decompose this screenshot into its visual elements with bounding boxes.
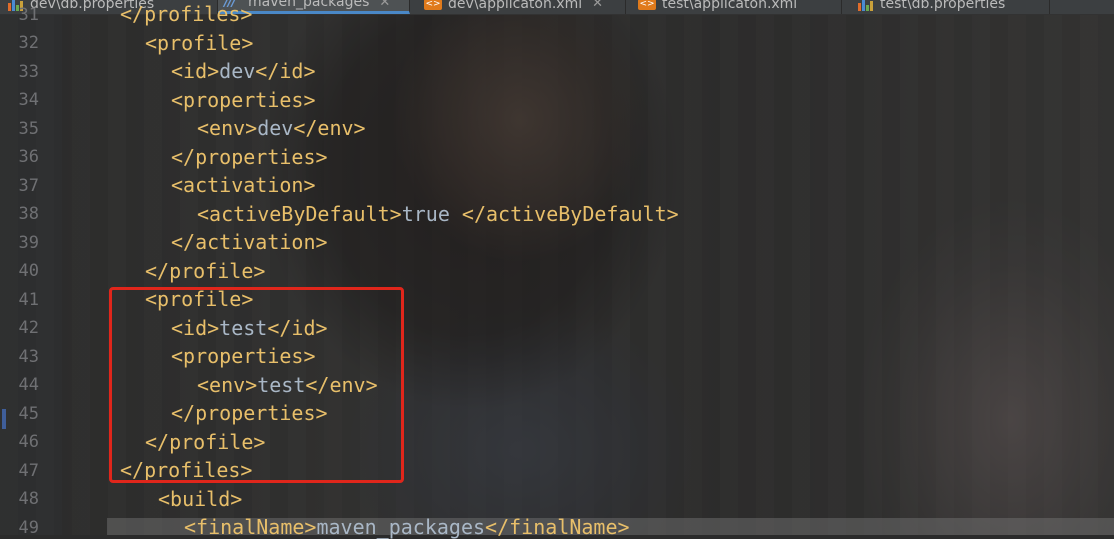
line-number: 31 bbox=[18, 5, 39, 25]
code-line: <env>dev</env> bbox=[197, 116, 366, 140]
line-number: 33 bbox=[18, 62, 39, 82]
line-number: 45 bbox=[18, 404, 39, 424]
line-number: 44 bbox=[18, 375, 39, 395]
code-line: </profiles> bbox=[120, 2, 253, 26]
line-number: 48 bbox=[18, 489, 39, 509]
line-number: 34 bbox=[18, 90, 39, 110]
line-number: 32 bbox=[18, 33, 39, 53]
line-number: 43 bbox=[18, 347, 39, 367]
code-line: <id>dev</id> bbox=[171, 59, 316, 83]
line-number: 35 bbox=[18, 119, 39, 139]
line-number: 40 bbox=[18, 261, 39, 281]
code-line: <profile> bbox=[145, 31, 254, 55]
code-line: </properties> bbox=[171, 145, 328, 169]
line-number: 42 bbox=[18, 318, 39, 338]
line-number: 41 bbox=[18, 290, 39, 310]
code-line: </activation> bbox=[171, 230, 328, 254]
red-annotation-box bbox=[109, 287, 404, 483]
code-line: </profile> bbox=[145, 259, 266, 283]
line-number: 47 bbox=[18, 461, 39, 481]
line-number: 36 bbox=[18, 147, 39, 167]
code-line: <finalName>maven_packages</finalName> bbox=[184, 515, 630, 539]
code-line: <build> bbox=[158, 487, 243, 511]
line-number: 46 bbox=[18, 432, 39, 452]
code-line: <activation> bbox=[171, 173, 316, 197]
code-line: <activeByDefault>true </activeByDefault> bbox=[197, 202, 679, 226]
code-line: <properties> bbox=[171, 88, 316, 112]
line-number: 38 bbox=[18, 204, 39, 224]
line-number: 37 bbox=[18, 176, 39, 196]
line-number: 49 bbox=[18, 518, 39, 538]
line-number: 39 bbox=[18, 233, 39, 253]
